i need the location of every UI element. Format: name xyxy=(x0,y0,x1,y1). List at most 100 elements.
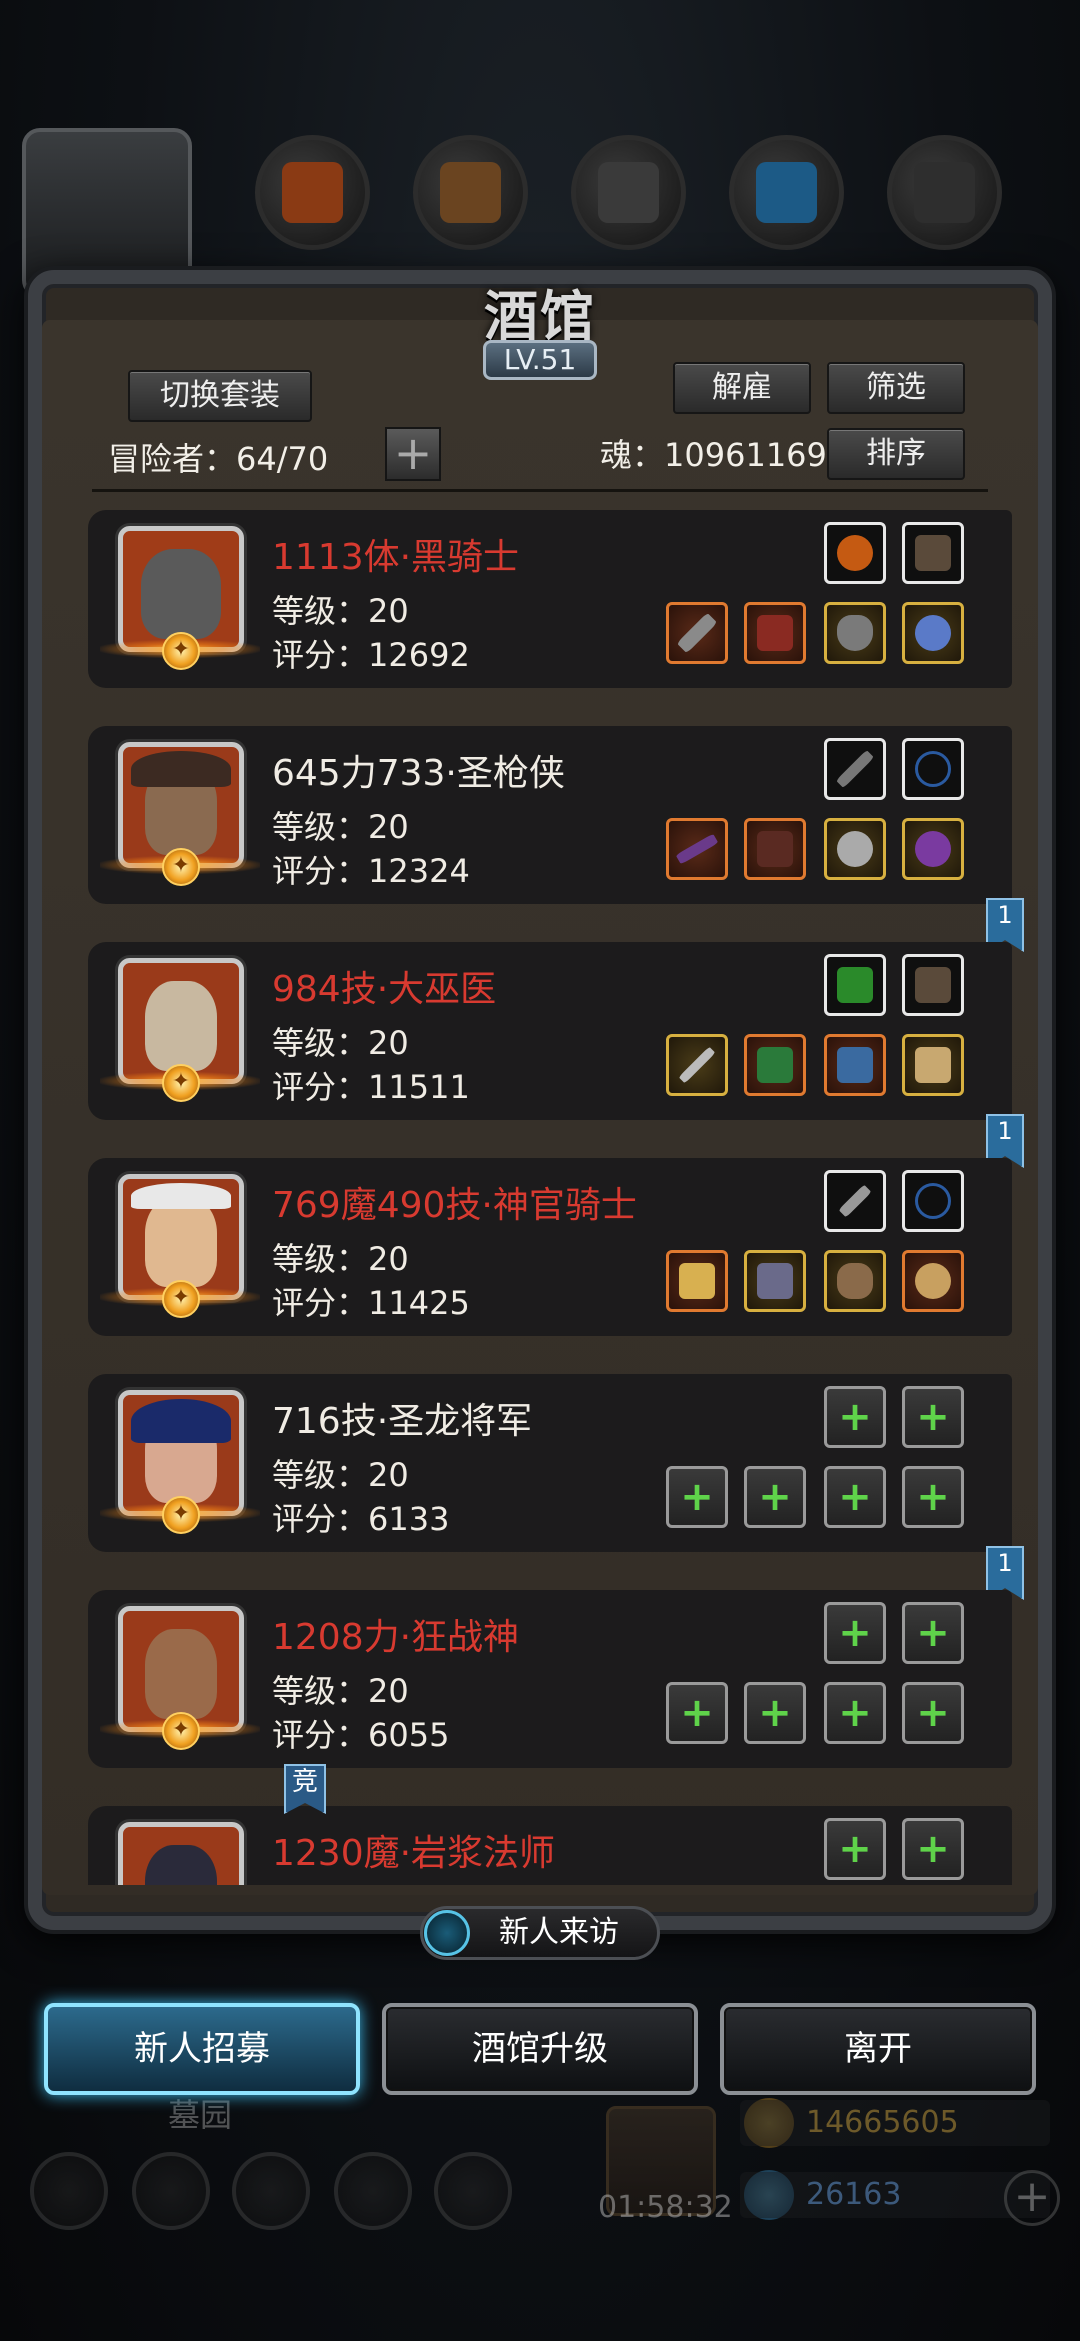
timer: 01:58:32 xyxy=(598,2190,733,2225)
crossbow-icon[interactable] xyxy=(902,522,964,584)
hero-level: 等级：20 xyxy=(272,802,409,848)
empty-slot-plus-icon[interactable]: + xyxy=(902,1818,964,1880)
plate-armor-icon[interactable] xyxy=(744,1250,806,1312)
hero-card[interactable]: ✦ 1208力·狂战神 等级：20 评分：6055 + + + + + + xyxy=(88,1590,1012,1768)
hero-card[interactable]: ✦ 769魔490技·神官骑士 等级：20 评分：11425 xyxy=(88,1158,1012,1336)
hero-level-label: 等级： xyxy=(272,592,369,630)
hero-score-value: 12692 xyxy=(368,636,470,674)
hero-level: 等级：20 xyxy=(272,586,409,632)
switch-set-button[interactable]: 切换套装 xyxy=(128,370,312,422)
empty-slot-plus-icon[interactable]: + xyxy=(824,1602,886,1664)
helmet-icon[interactable] xyxy=(232,2152,310,2230)
star-rank-icon: ✦ xyxy=(162,1496,200,1534)
hero-card[interactable]: ✦ 1113体·黑骑士 等级：20 评分：12692 xyxy=(88,510,1012,688)
amulet-icon[interactable] xyxy=(902,602,964,664)
empty-slot-plus-icon[interactable]: + xyxy=(824,1386,886,1448)
empty-armor-slot-icon[interactable]: + xyxy=(744,1682,806,1744)
sort-button[interactable]: 排序 xyxy=(827,428,965,480)
hero-score: 评分：11511 xyxy=(272,1062,470,1108)
empty-accessory-slot-icon[interactable]: + xyxy=(902,1682,964,1744)
empty-slot-plus-icon[interactable]: + xyxy=(824,1818,886,1880)
witch-doctor-face-icon xyxy=(145,981,217,1071)
empty-slot-plus-icon[interactable]: + xyxy=(902,1386,964,1448)
star-rank-icon: ✦ xyxy=(162,632,200,670)
hero-score-value: 12324 xyxy=(368,852,470,890)
hero-level-value: 20 xyxy=(368,1672,409,1710)
empty-armor-slot-icon[interactable]: + xyxy=(744,1466,806,1528)
hero-level-label: 等级： xyxy=(272,1672,369,1710)
empty-weapon-slot-icon[interactable]: + xyxy=(666,1466,728,1528)
sword-icon[interactable] xyxy=(666,602,728,664)
hero-score-value: 6055 xyxy=(368,1716,450,1754)
orb-icon[interactable] xyxy=(902,1250,964,1312)
adventurers-label-text: 冒险者： xyxy=(108,440,237,478)
robe-icon[interactable] xyxy=(744,1034,806,1096)
hero-level-value: 20 xyxy=(368,808,409,846)
meat-icon xyxy=(255,135,370,250)
empty-accessory-slot-icon[interactable]: + xyxy=(824,1466,886,1528)
wood-icon xyxy=(413,135,528,250)
star-rank-icon: ✦ xyxy=(162,1064,200,1102)
tavern-level-badge: LV.51 xyxy=(483,340,597,380)
crossbow-icon[interactable] xyxy=(902,954,964,1016)
hero-level: 等级：20 xyxy=(272,1234,409,1280)
map-icon[interactable] xyxy=(434,2152,512,2230)
skull-mask-icon[interactable] xyxy=(824,1250,886,1312)
gem-ring-icon[interactable] xyxy=(902,818,964,880)
armor-icon[interactable] xyxy=(744,602,806,664)
staff-icon[interactable] xyxy=(666,1034,728,1096)
bow-icon[interactable] xyxy=(902,1170,964,1232)
hero-list[interactable]: ✦ 1113体·黑骑士 等级：20 评分：12692 ✦ 645力733·圣枪侠… xyxy=(52,500,1028,1885)
hero-card[interactable]: ✦ 984技·大巫医 等级：20 评分：11511 xyxy=(88,942,1012,1120)
scroll-icon[interactable] xyxy=(902,1034,964,1096)
hero-card[interactable]: 1230魔·岩浆法师 + + xyxy=(88,1806,1012,1885)
shield-icon[interactable] xyxy=(824,602,886,664)
spear-icon[interactable] xyxy=(666,818,728,880)
star-rank-icon: ✦ xyxy=(162,848,200,886)
area-label: 墓园 xyxy=(168,2096,233,2134)
hero-score-label: 评分： xyxy=(272,1716,369,1754)
hero-level-value: 20 xyxy=(368,1240,409,1278)
star-rank-icon: ✦ xyxy=(162,1280,200,1318)
bow-icon[interactable] xyxy=(902,738,964,800)
hero-name: 716技·圣龙将军 xyxy=(272,1401,533,1442)
add-currency-icon[interactable]: + xyxy=(1004,2170,1060,2226)
hero-name: 1208力·狂战神 xyxy=(272,1617,520,1658)
hero-level: 等级：20 xyxy=(272,1666,409,1712)
filter-button[interactable]: 筛选 xyxy=(827,362,965,414)
hero-level: 等级：20 xyxy=(272,1450,409,1496)
hero-score-label: 评分： xyxy=(272,636,369,674)
hero-name: 984技·大巫医 xyxy=(272,969,497,1010)
hero-level: 等级：20 xyxy=(272,1018,409,1064)
priest-knight-face-icon xyxy=(145,1197,217,1287)
recruit-button[interactable]: 新人招募 xyxy=(44,2003,360,2095)
empty-accessory-slot-icon[interactable]: + xyxy=(824,1682,886,1744)
empty-weapon-slot-icon[interactable]: + xyxy=(666,1682,728,1744)
leave-button[interactable]: 离开 xyxy=(720,2003,1036,2095)
hero-name: 1230魔·岩浆法师 xyxy=(272,1833,556,1874)
spellbook-icon[interactable] xyxy=(824,954,886,1016)
empty-accessory-slot-icon[interactable]: + xyxy=(902,1466,964,1528)
gold-amount: 14665605 xyxy=(740,2100,1050,2146)
hero-card[interactable]: ✦ 645力733·圣枪侠 等级：20 评分：12324 xyxy=(88,726,1012,904)
bracer-icon[interactable] xyxy=(824,1034,886,1096)
hero-score-value: 11511 xyxy=(368,1068,470,1106)
tavern-upgrade-button[interactable]: 酒馆升级 xyxy=(382,2003,698,2095)
hammer-icon[interactable] xyxy=(666,1250,728,1312)
hero-card[interactable]: ✦ 716技·圣龙将军 等级：20 评分：6133 + + + + + + xyxy=(88,1374,1012,1552)
hero-score-value: 11425 xyxy=(368,1284,470,1322)
hero-level-label: 等级： xyxy=(272,1240,369,1278)
accessory-pumpkin-icon[interactable] xyxy=(824,522,886,584)
hero-level-label: 等级： xyxy=(272,1024,369,1062)
empty-slot-plus-icon[interactable]: + xyxy=(902,1602,964,1664)
mail-icon[interactable] xyxy=(334,2152,412,2230)
rifle-icon[interactable] xyxy=(824,738,886,800)
dagger-icon[interactable] xyxy=(824,1170,886,1232)
expand-capacity-button[interactable]: + xyxy=(385,427,441,481)
badge-icon[interactable] xyxy=(132,2152,210,2230)
dismiss-button[interactable]: 解雇 xyxy=(673,362,811,414)
ring-icon[interactable] xyxy=(824,818,886,880)
hair-icon xyxy=(131,1399,231,1443)
cloak-icon[interactable] xyxy=(744,818,806,880)
settings-icon[interactable] xyxy=(30,2152,108,2230)
